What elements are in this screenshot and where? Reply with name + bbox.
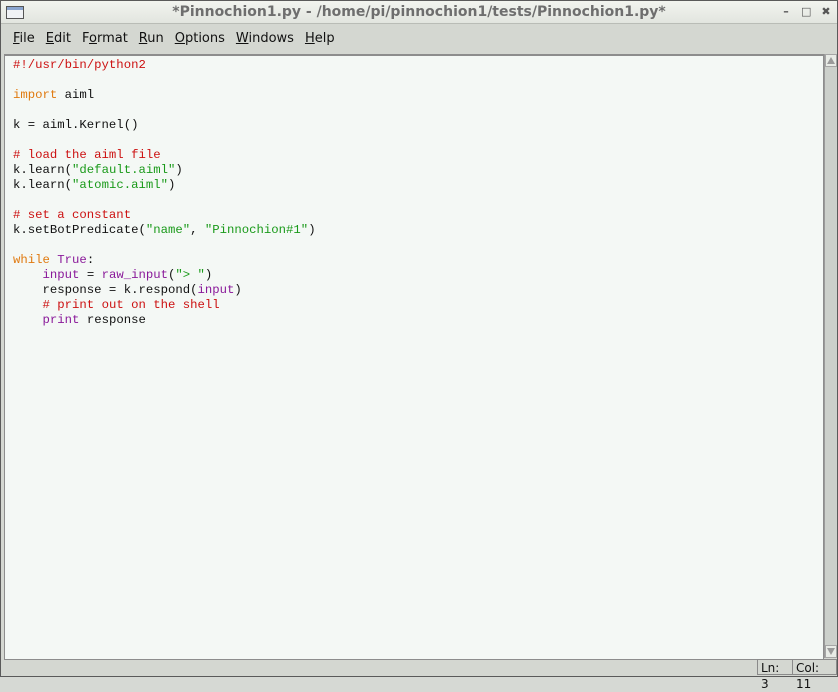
code-token: response = k.respond( bbox=[13, 283, 198, 297]
code-text[interactable]: #!/usr/bin/python2 import aiml k = aiml.Ke… bbox=[5, 56, 823, 328]
code-token: # print out on the shell bbox=[42, 298, 220, 312]
code-line: # load the aiml file bbox=[13, 148, 823, 163]
arrow-up-icon bbox=[827, 57, 835, 64]
code-token: while bbox=[13, 253, 50, 267]
idle-editor-window: *Pinnochion1.py - /home/pi/pinnochion1/t… bbox=[0, 0, 838, 691]
code-line: k = aiml.Kernel() bbox=[13, 118, 823, 133]
code-token: k.setBotPredicate( bbox=[13, 223, 146, 237]
menu-options[interactable]: Options bbox=[175, 31, 225, 46]
scroll-down-button[interactable] bbox=[825, 645, 837, 658]
code-line: k.learn("atomic.aiml") bbox=[13, 178, 823, 193]
code-token: response bbox=[79, 313, 146, 327]
code-token: raw_input bbox=[101, 268, 168, 282]
column-indicator: Col: 11 bbox=[792, 659, 837, 691]
code-line: while True: bbox=[13, 253, 823, 268]
code-token: input bbox=[197, 283, 235, 297]
code-line: #!/usr/bin/python2 bbox=[13, 58, 823, 73]
menu-bar: File Edit Format Run Options Windows Help bbox=[1, 25, 837, 52]
code-token: # set a constant bbox=[13, 208, 132, 222]
code-token: k.learn( bbox=[13, 178, 73, 192]
code-token: k = aiml.Kernel() bbox=[13, 118, 139, 132]
code-token: "name" bbox=[145, 223, 191, 237]
code-token: True bbox=[57, 253, 87, 267]
scroll-up-button[interactable] bbox=[825, 54, 837, 67]
code-token: "default.aiml" bbox=[72, 163, 176, 177]
code-line: import aiml bbox=[13, 88, 823, 103]
arrow-down-icon bbox=[827, 648, 835, 655]
code-token: input bbox=[42, 268, 80, 282]
menu-format[interactable]: Format bbox=[82, 31, 128, 46]
code-line: print response bbox=[13, 313, 823, 328]
code-token: #!/usr/bin/python2 bbox=[13, 58, 146, 72]
code-token: print bbox=[42, 313, 80, 327]
vertical-scrollbar[interactable] bbox=[824, 54, 837, 658]
title-bar[interactable]: *Pinnochion1.py - /home/pi/pinnochion1/t… bbox=[1, 1, 837, 24]
code-editor[interactable]: #!/usr/bin/python2 import aiml k = aiml.Ke… bbox=[4, 54, 824, 660]
code-line: # set a constant bbox=[13, 208, 823, 223]
status-bar: Ln: 3 Col: 11 bbox=[1, 658, 837, 691]
code-token: # load the aiml file bbox=[13, 148, 161, 162]
code-line: input = raw_input("> ") bbox=[13, 268, 823, 283]
code-token: "atomic.aiml" bbox=[72, 178, 168, 192]
code-token: = bbox=[79, 268, 102, 282]
code-token: ) bbox=[204, 268, 213, 282]
code-token: k.learn( bbox=[13, 163, 73, 177]
code-line: k.learn("default.aiml") bbox=[13, 163, 823, 178]
code-token: ) bbox=[167, 178, 176, 192]
menu-file[interactable]: File bbox=[13, 31, 35, 46]
code-token: ) bbox=[308, 223, 316, 237]
code-token: aiml bbox=[57, 88, 95, 102]
menu-help[interactable]: Help bbox=[305, 31, 335, 46]
code-token: ) bbox=[234, 283, 242, 297]
menu-edit[interactable]: Edit bbox=[46, 31, 71, 46]
menu-windows[interactable]: Windows bbox=[236, 31, 294, 46]
line-indicator: Ln: 3 bbox=[757, 659, 793, 691]
code-token: : bbox=[86, 253, 95, 267]
code-token: import bbox=[13, 88, 58, 102]
code-line: response = k.respond(input) bbox=[13, 283, 823, 298]
code-token: ) bbox=[175, 163, 183, 177]
minimize-button[interactable]: – bbox=[781, 5, 791, 18]
window-title: *Pinnochion1.py - /home/pi/pinnochion1/t… bbox=[172, 4, 666, 20]
code-line: k.setBotPredicate("name", "Pinnochion#1"… bbox=[13, 223, 823, 238]
code-token: "> " bbox=[175, 268, 205, 282]
code-token: "Pinnochion#1" bbox=[204, 223, 309, 237]
menu-run[interactable]: Run bbox=[139, 31, 164, 46]
maximize-button[interactable]: □ bbox=[801, 5, 811, 18]
code-line: # print out on the shell bbox=[13, 298, 823, 313]
close-button[interactable]: ✖ bbox=[821, 5, 831, 18]
code-token: , bbox=[190, 223, 205, 237]
